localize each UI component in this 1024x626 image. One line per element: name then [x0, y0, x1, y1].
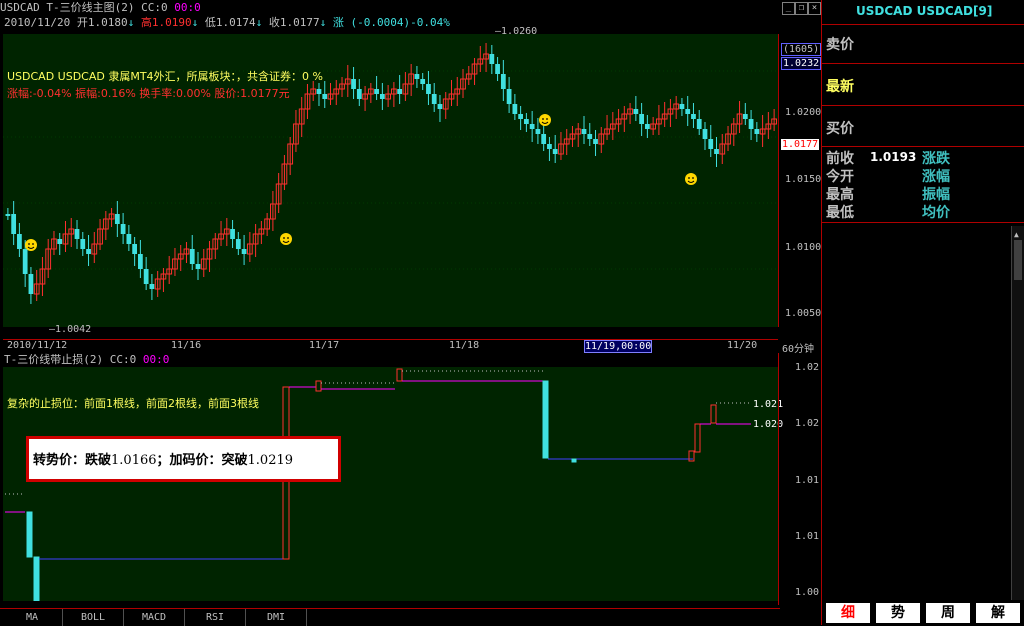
date-label: 11/17: [309, 340, 340, 351]
open-value: 1.0180: [87, 16, 128, 29]
open-label: 开: [76, 16, 88, 29]
chart-title-bar: USDCAD T-三价线主图(2) CC:0 00:0: [0, 0, 778, 16]
change-label: 涨跌: [922, 151, 950, 167]
tab-ma[interactable]: MA: [2, 609, 63, 626]
sub-chart-title-bar: T-三价线带止损(2) CC:0 00:0: [4, 353, 169, 367]
panel-title: USDCAD USDCAD[9]: [856, 4, 993, 18]
current-price-marker: 1.0177: [781, 139, 820, 150]
amplitude-label: 振幅: [922, 187, 950, 203]
close-value: 1.0177: [279, 16, 320, 29]
info-line-2: 涨幅:-0.04% 振幅:0.16% 换手率:0.00% 股价:1.0177元: [7, 87, 290, 100]
avg-label: 均价: [922, 205, 950, 221]
top-price: 1.0232: [781, 57, 822, 70]
panel-tabs: 细 势 周 解: [822, 603, 1024, 625]
price-tick: 1.0100: [785, 242, 822, 253]
stop-loss-chart[interactable]: 复杂的止损位：前面1根线，前面2根线，前面3根线 1.021 1.020: [3, 367, 783, 601]
tab-explain[interactable]: 解: [976, 603, 1020, 623]
tab-week[interactable]: 周: [926, 603, 970, 623]
prev-close-label: 前收: [826, 151, 854, 167]
change-label: 涨: [332, 16, 344, 29]
sub-chart-title: T-三价线带止损(2): [4, 353, 104, 366]
latest-price-label: 最新: [826, 79, 854, 95]
change-value: (-0.0004): [350, 16, 411, 29]
date-label: 11/20: [727, 340, 758, 351]
sub-cc-label: CC:0: [109, 353, 137, 366]
tab-detail[interactable]: 细: [826, 603, 870, 623]
date-label: 11/18: [449, 340, 480, 351]
high-label: 高: [140, 16, 152, 29]
popup-prefix: 转势价：跌破: [33, 453, 112, 468]
down-arrow-icon: ↓: [319, 16, 327, 29]
low-label: 低: [204, 16, 216, 29]
low-value: 1.0174: [215, 16, 256, 29]
change-pct-label: 涨幅: [922, 169, 950, 185]
tab-macd[interactable]: MACD: [124, 609, 185, 626]
high-value: 1.0190: [151, 16, 192, 29]
popup-mid: ；加码价：突破: [156, 453, 248, 468]
window-controls: _ ❐ ×: [780, 2, 821, 16]
sub-tick: 1.02: [795, 418, 820, 429]
buy-price-label: 买价: [826, 121, 854, 137]
minimize-icon[interactable]: _: [782, 2, 795, 15]
down-arrow-icon: ↓: [255, 16, 263, 29]
low-marker: —1.0042: [49, 324, 92, 335]
open-label: 今开: [826, 169, 854, 185]
tab-trend[interactable]: 势: [876, 603, 920, 623]
cursor-date: 11/19,00:00: [584, 340, 653, 353]
smiley-icon: [280, 233, 292, 245]
popup-text: 转势价：跌破1.0166；加码价：突破1.0219: [33, 449, 293, 468]
price-tick: 1.0050: [785, 308, 822, 319]
sell-price-label: 卖价: [826, 37, 854, 53]
tab-rsi[interactable]: RSI: [185, 609, 246, 626]
close-label: 收: [268, 16, 280, 29]
bar-date: 2010/11/20: [4, 16, 71, 29]
down-arrow-icon: ↓: [191, 16, 199, 29]
popup-break-up: 1.0219: [247, 453, 294, 468]
popup-break-down: 1.0166: [111, 453, 157, 468]
scroll-thumb[interactable]: [1014, 240, 1022, 280]
sub-cc-value: 00:0: [142, 353, 170, 366]
chart-title: USDCAD T-三价线主图(2): [0, 1, 135, 14]
panel-scrollbar[interactable]: ▲: [1011, 226, 1024, 600]
change-pct: -0.04%: [410, 16, 450, 29]
sub-tick: 1.00: [795, 587, 820, 598]
date-label: 11/16: [171, 340, 202, 351]
sub-tick: 1.02: [795, 362, 820, 373]
low-marker-value: 1.0042: [55, 324, 92, 335]
tab-dmi[interactable]: DMI: [246, 609, 307, 626]
ohlc-bar: 2010/11/20 开1.0180↓ 高1.0190↓ 低1.0174↓ 收1…: [4, 16, 450, 30]
high-marker: —1.0260: [495, 26, 538, 37]
prev-close-value: 1.0193: [870, 150, 917, 164]
cc-value: 00:0: [174, 1, 201, 14]
smiley-icon: [539, 114, 551, 126]
main-price-chart[interactable]: USDCAD USDCAD 隶属MT4外汇，所属板块：，共含证券：0 % 涨幅:…: [3, 26, 778, 335]
scroll-up-icon[interactable]: ▲: [1014, 230, 1019, 239]
smiley-icon: [685, 173, 697, 185]
price-axis: (1605) 1.0232 1.0200 1.0177 1.0150 1.010…: [778, 34, 822, 327]
restore-icon[interactable]: ❐: [795, 2, 808, 15]
quote-panel: USDCAD USDCAD[9] 卖价 最新 买价 前收 1.0193 涨跌 今…: [821, 0, 1024, 625]
high-marker-value: 1.0260: [501, 26, 538, 37]
info-line-1: USDCAD USDCAD 隶属MT4外汇，所属板块：，共含证券：0 %: [7, 70, 324, 83]
date-label: 2010/11/12: [7, 340, 68, 351]
close-icon[interactable]: ×: [808, 2, 821, 15]
date-axis: 2010/11/12 11/16 11/17 11/18 11/19,00:00…: [3, 339, 814, 355]
sub-tick: 1.01: [795, 475, 820, 486]
tab-boll[interactable]: BOLL: [63, 609, 124, 626]
sub-axis: 1.02 1.02 1.01 1.01 1.00: [778, 353, 821, 605]
cc-label: CC:0: [141, 1, 168, 14]
smiley-icon: [25, 239, 37, 251]
high-label: 最高: [826, 187, 854, 203]
down-arrow-icon: ↓: [127, 16, 135, 29]
indicator-tabs: MA BOLL MACD RSI DMI: [0, 608, 780, 626]
stop-loss-annotation: 复杂的止损位：前面1根线，前面2根线，前面3根线: [7, 397, 259, 410]
low-label: 最低: [826, 205, 854, 221]
bar-count: (1605): [781, 43, 822, 56]
price-tick: 1.0150: [785, 174, 822, 185]
signal-popup: 转势价：跌破1.0166；加码价：突破1.0219: [26, 436, 341, 482]
price-tick: 1.0200: [785, 107, 822, 118]
sub-tick: 1.01: [795, 531, 820, 542]
